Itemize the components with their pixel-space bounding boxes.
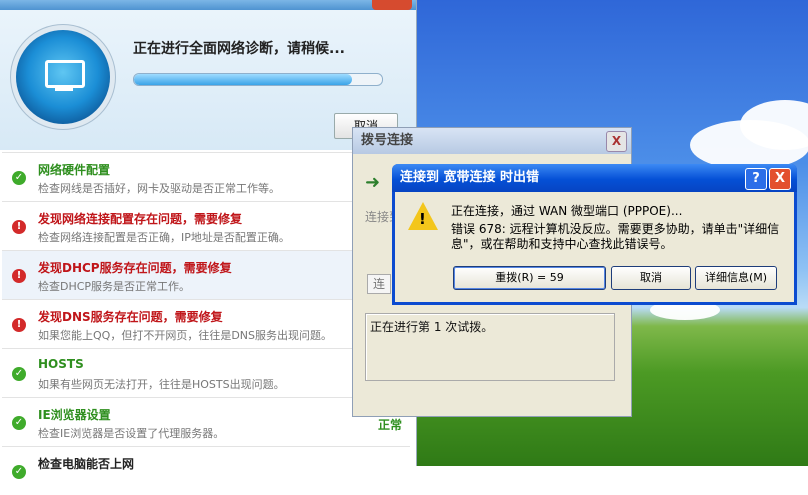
check-icon: ✓	[12, 171, 26, 185]
connection-error-dialog: 连接到 宽带连接 时出错 ? X ! 正在连接，通过 WAN 微型端口 (PPP…	[392, 164, 797, 305]
list-item[interactable]: ✓ HOSTS 如果有些网页无法打开，往往是HOSTS出现问题。	[2, 348, 410, 397]
dial-title-text: 拨号连接	[361, 133, 414, 148]
details-button[interactable]: 详细信息(M)	[695, 266, 777, 290]
error-message: 错误 678: 远程计算机没反应。需要更多协助，请单击"详细信息"，或在帮助和支…	[451, 222, 780, 251]
item-description: 检查IE浏览器是否设置了代理服务器。	[38, 427, 225, 440]
progress-fill	[134, 74, 353, 85]
error-title-text: 连接到 宽带连接 时出错	[400, 170, 540, 185]
warning-mark: !	[419, 210, 426, 228]
redial-button[interactable]: 重拨(R) = 59	[453, 266, 606, 290]
item-description: 检查DHCP服务是否正常工作。	[38, 280, 191, 293]
error-icon: !	[12, 269, 26, 283]
help-button[interactable]: ?	[745, 168, 767, 190]
minimize-button[interactable]	[346, 0, 368, 10]
item-description: 检查网络连接配置是否正确，IP地址是否配置正确。	[38, 231, 290, 244]
item-description: 检查网线是否插好，网卡及驱动是否正常工作等。	[38, 182, 280, 195]
hidden-button[interactable]: 连	[367, 274, 391, 294]
network-monitor-icon	[16, 30, 110, 124]
item-result: 正常	[377, 418, 402, 432]
close-button[interactable]	[372, 0, 412, 10]
error-icon: !	[12, 318, 26, 332]
diagnosis-status-text: 正在进行全面网络诊断，请稍候...	[133, 41, 345, 57]
close-button[interactable]: X	[606, 131, 627, 152]
list-item[interactable]: ✓ 检查电脑能否上网	[2, 446, 410, 495]
item-title: 网络硬件配置	[38, 163, 111, 177]
connecting-message: 正在连接，通过 WAN 微型端口 (PPPOE)...	[451, 204, 683, 218]
item-description: 如果有些网页无法打开，往往是HOSTS出现问题。	[38, 378, 285, 391]
error-dialog-title: 连接到 宽带连接 时出错 ? X	[392, 164, 797, 192]
cancel-button[interactable]: 取消	[611, 266, 691, 290]
check-icon: ✓	[12, 416, 26, 430]
item-description: 如果您能上QQ，但打不开网页，往往是DNS服务出现问题。	[38, 329, 332, 342]
item-title: 检查电脑能否上网	[38, 457, 135, 471]
list-item[interactable]: ! 发现网络连接配置存在问题，需要修复 检查网络连接配置是否正确，IP地址是否配…	[2, 201, 410, 250]
check-icon: ✓	[12, 465, 26, 479]
error-icon: !	[12, 220, 26, 234]
network-connection-icon: ➜	[365, 172, 381, 193]
check-icon: ✓	[12, 367, 26, 381]
list-item[interactable]: ! 发现DNS服务存在问题，需要修复 如果您能上QQ，但打不开网页，往往是DNS…	[2, 299, 410, 348]
item-title: HOSTS	[38, 357, 84, 371]
dial-window-title: 拨号连接 X	[353, 128, 631, 154]
item-title: 发现DNS服务存在问题，需要修复	[38, 310, 223, 324]
dial-status-box: 正在进行第 1 次试拨。	[365, 313, 615, 381]
list-item[interactable]: ✓ IE浏览器设置 检查IE浏览器是否设置了代理服务器。 正常	[2, 397, 410, 446]
item-title: 发现DHCP服务存在问题，需要修复	[38, 261, 232, 275]
close-button[interactable]: X	[769, 168, 791, 190]
list-item[interactable]: ✓ 网络硬件配置 检查网线是否插好，网卡及驱动是否正常工作等。	[2, 152, 410, 201]
item-title: 发现网络连接配置存在问题，需要修复	[38, 212, 243, 226]
diagnosis-progress-bar	[133, 73, 383, 86]
window-titlebar	[0, 0, 416, 10]
list-item[interactable]: ! 发现DHCP服务存在问题，需要修复 检查DHCP服务是否正常工作。	[2, 250, 410, 299]
item-title: IE浏览器设置	[38, 408, 111, 422]
diagnosis-results-list: ✓ 网络硬件配置 检查网线是否插好，网卡及驱动是否正常工作等。 ! 发现网络连接…	[2, 152, 410, 495]
